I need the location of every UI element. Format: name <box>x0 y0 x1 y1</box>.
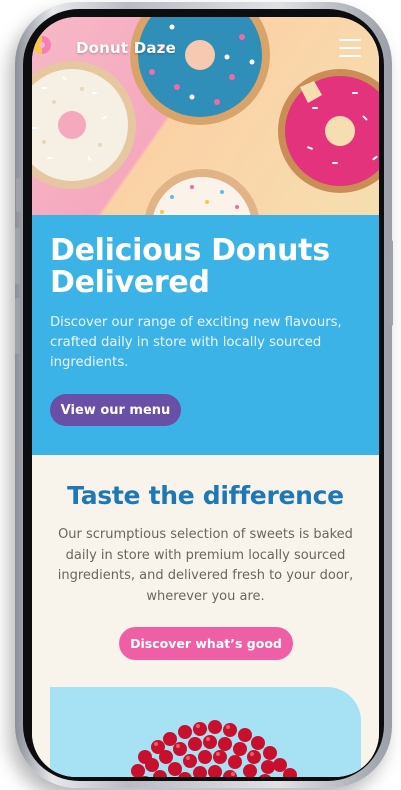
feature-card[interactable] <box>50 687 361 777</box>
red-berries-image <box>131 720 297 777</box>
brand-name[interactable]: Donut Daze <box>76 39 176 57</box>
intro-description: Discover our range of exciting new flavo… <box>50 315 342 370</box>
view-menu-button[interactable]: View our menu <box>50 394 181 426</box>
intro-section: Delicious Donuts Delivered Discover our … <box>32 215 379 455</box>
menu-line <box>339 55 361 57</box>
hamburger-menu-icon[interactable] <box>339 39 361 57</box>
phone-mute-switch <box>16 178 21 212</box>
top-navigation: Donut Daze <box>32 35 379 63</box>
section-title: Taste the difference <box>67 481 344 510</box>
vanilla-donut <box>32 61 136 189</box>
phone-screen: Donut Daze Delicious Donuts Delivered Di… <box>32 17 379 777</box>
taste-section: Taste the difference Our scrumptious sel… <box>32 455 379 777</box>
menu-line <box>339 39 361 41</box>
menu-line <box>339 47 361 49</box>
sprinkle-donut <box>145 169 259 215</box>
hero-image: Donut Daze <box>32 17 379 215</box>
phone-power-button <box>388 240 393 326</box>
phone-volume-up-button <box>15 228 20 284</box>
blue-donut <box>130 17 270 125</box>
page-headline: Delicious Donuts Delivered <box>50 233 330 300</box>
discover-button[interactable]: Discover what’s good <box>119 627 293 660</box>
taste-description: Our scrumptious selection of sweets is b… <box>57 527 354 604</box>
donut-logo-icon[interactable] <box>32 35 52 55</box>
phone-volume-down-button <box>15 298 20 354</box>
pink-donut <box>278 69 379 193</box>
